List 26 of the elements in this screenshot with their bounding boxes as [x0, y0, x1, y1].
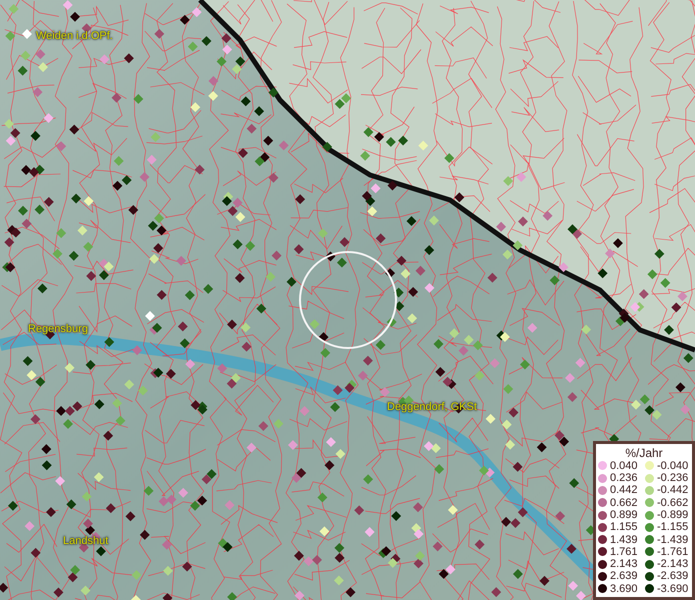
legend-value: -0.442 [657, 484, 688, 497]
legend-value: 0.236 [610, 472, 638, 484]
legend-value: 1.155 [610, 521, 638, 534]
legend-value: -0.662 [657, 496, 688, 509]
legend-value: 1.439 [610, 534, 638, 546]
legend-value: -1.761 [657, 546, 688, 558]
legend-value: -0.236 [657, 472, 688, 484]
legend-value: 0.442 [610, 484, 638, 497]
legend-value: -2.143 [657, 558, 688, 570]
place-marker [22, 29, 32, 39]
legend-value: 1.761 [610, 546, 638, 558]
place-marker [145, 311, 155, 321]
legend-value: 0.662 [610, 496, 638, 509]
legend-value: 2.143 [610, 558, 638, 570]
legend-value: -1.155 [657, 521, 688, 534]
legend-title: %/Jahr [624, 446, 664, 460]
legend-value: -0.899 [657, 508, 688, 522]
legend-value: -3.690 [657, 582, 688, 595]
legend-value: -0.040 [657, 460, 688, 472]
legend-value: -1.439 [657, 534, 688, 546]
legend-value: 0.899 [610, 508, 638, 522]
legend-value: 0.040 [610, 460, 638, 472]
legend-value: 2.639 [610, 570, 638, 583]
selection-circle[interactable] [299, 251, 397, 349]
legend-value: -2.639 [657, 570, 688, 583]
legend-value: 3.690 [610, 582, 638, 595]
